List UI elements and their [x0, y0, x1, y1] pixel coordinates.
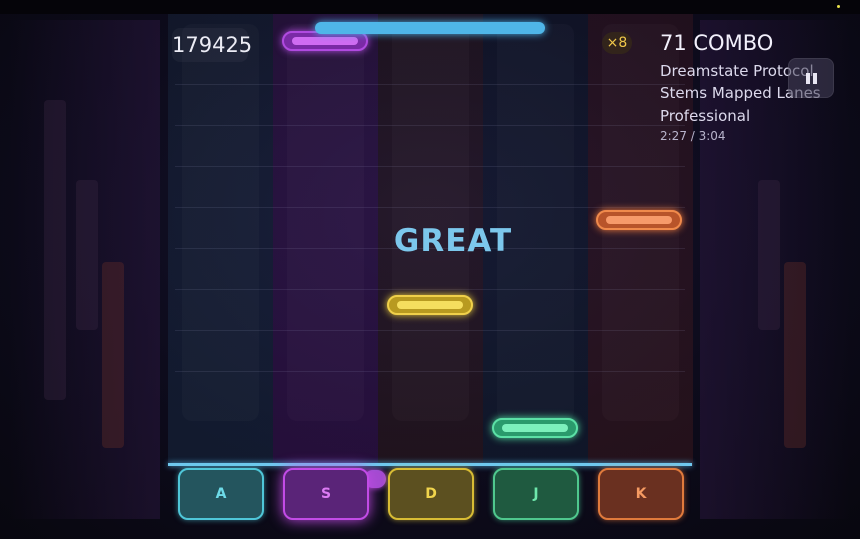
grid-line	[175, 166, 685, 167]
key-pad-j[interactable]: J	[493, 468, 579, 520]
note-lane-d	[387, 295, 473, 315]
pause-button[interactable]	[788, 58, 834, 98]
grid-line	[175, 207, 685, 208]
grid-line	[175, 84, 685, 85]
note-lane-j	[492, 418, 578, 438]
song-progress-bar	[315, 22, 545, 34]
game-stage: GREAT A S D J K 179425 ×8 71 COMBO Dream…	[0, 0, 860, 539]
combo-counter: 71 COMBO	[660, 31, 774, 55]
status-dot	[837, 5, 840, 8]
note-lane-s	[282, 31, 368, 51]
key-pad-k[interactable]: K	[598, 468, 684, 520]
key-pad-a[interactable]: A	[178, 468, 264, 520]
grid-line	[175, 289, 685, 290]
grid-line	[175, 330, 685, 331]
song-time: 2:27 / 3:04	[660, 129, 726, 143]
multiplier-badge: ×8	[602, 32, 632, 54]
lane-a	[168, 14, 273, 466]
decor-bar-right-2	[758, 180, 780, 330]
note-lane-k	[596, 210, 682, 230]
decor-bar-left-1	[44, 100, 66, 400]
score-display: 179425	[172, 28, 252, 62]
grid-line	[175, 371, 685, 372]
key-pad-d[interactable]: D	[388, 468, 474, 520]
decor-bar-left-2	[76, 180, 98, 330]
judgement-text: GREAT	[393, 223, 513, 259]
judge-line	[168, 463, 692, 466]
key-pad-s[interactable]: S	[283, 468, 369, 520]
grid-line	[175, 125, 685, 126]
top-bar	[0, 0, 860, 14]
difficulty-label: Professional	[660, 107, 751, 125]
lane-k	[588, 14, 693, 466]
decor-bar-left-3	[102, 262, 124, 448]
decor-bar-right-1	[784, 262, 806, 448]
